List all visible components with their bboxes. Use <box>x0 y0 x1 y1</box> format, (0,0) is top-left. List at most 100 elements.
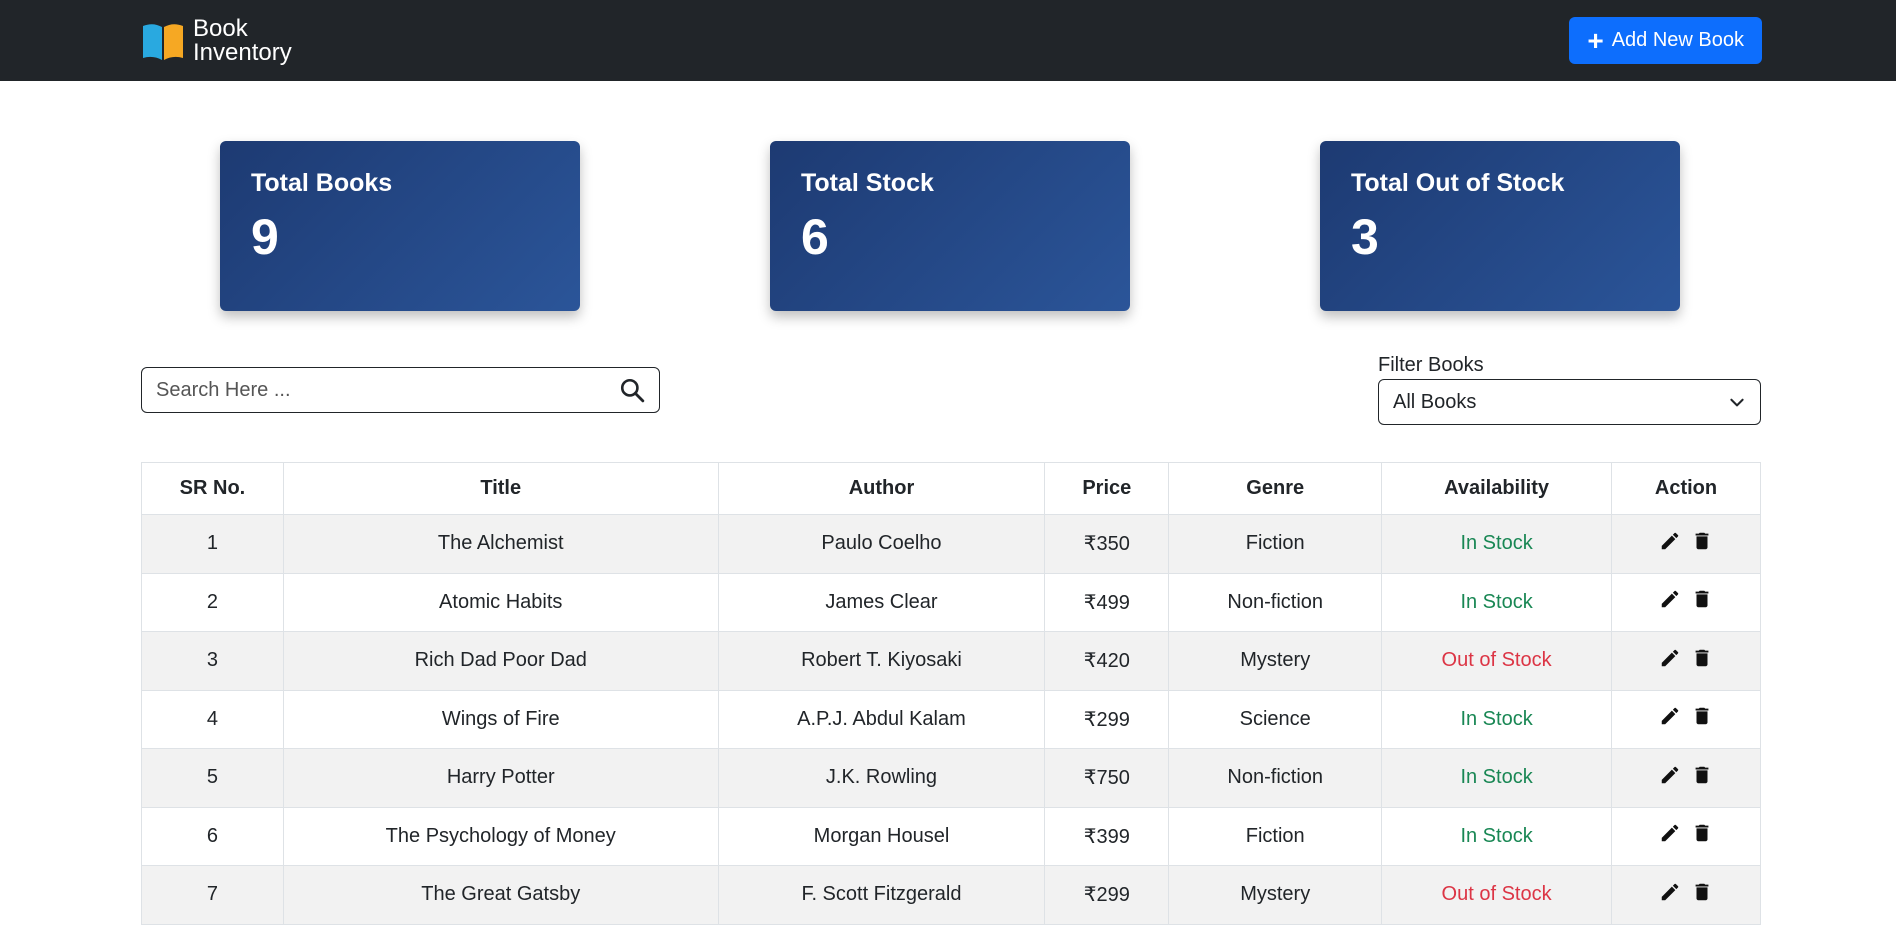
delete-trash-icon[interactable] <box>1691 705 1713 727</box>
cell-genre: Science <box>1168 689 1383 749</box>
cell-author: Morgan Housel <box>717 806 1046 866</box>
cell-action <box>1611 748 1761 808</box>
brand-line-2: Inventory <box>193 38 292 66</box>
cell-sr-no: 6 <box>141 806 284 866</box>
cell-availability: In Stock <box>1381 806 1613 866</box>
cell-title: Wings of Fire <box>282 689 719 749</box>
stat-label: Total Out of Stock <box>1351 169 1565 197</box>
cell-author: J.K. Rowling <box>717 748 1046 808</box>
brand-line-1: Book <box>193 14 248 42</box>
edit-pencil-icon[interactable] <box>1659 764 1681 786</box>
stat-card-total-out-of-stock: Total Out of Stock 3 <box>1320 141 1680 311</box>
search-input[interactable] <box>156 378 619 402</box>
open-book-icon <box>143 23 183 60</box>
filter-selected-value: All Books <box>1393 390 1477 413</box>
cell-genre: Fiction <box>1168 514 1383 574</box>
delete-trash-icon[interactable] <box>1691 881 1713 903</box>
cell-price: ₹420 <box>1044 631 1170 691</box>
cell-title: Atomic Habits <box>282 572 719 632</box>
availability-status: Out of Stock <box>1441 883 1552 906</box>
books-table: SR No. Title Author Price Genre Availabi… <box>141 462 1761 925</box>
cell-author: A.P.J. Abdul Kalam <box>717 689 1046 749</box>
edit-pencil-icon[interactable] <box>1659 588 1681 610</box>
table-row: 2 Atomic Habits James Clear ₹499 Non-fiction… <box>141 572 1761 632</box>
edit-pencil-icon[interactable] <box>1659 822 1681 844</box>
column-header-genre[interactable]: Genre <box>1168 462 1383 515</box>
edit-pencil-icon[interactable] <box>1659 881 1681 903</box>
column-header-sr-no[interactable]: SR No. <box>141 462 284 515</box>
navbar: Book Inventory + Add New Book <box>0 0 1896 81</box>
table-row: 5 Harry Potter J.K. Rowling ₹750 Non-fiction… <box>141 748 1761 808</box>
add-new-book-button[interactable]: + Add New Book <box>1569 17 1762 64</box>
table-body: 1 The Alchemist Paulo Coelho ₹350 Fiction In … <box>141 514 1761 925</box>
edit-pencil-icon[interactable] <box>1659 530 1681 552</box>
stat-card-total-stock: Total Stock 6 <box>770 141 1130 311</box>
add-new-book-label: Add New Book <box>1611 29 1744 51</box>
filter-label: Filter Books <box>1378 354 1484 376</box>
cell-price: ₹499 <box>1044 572 1170 632</box>
cell-author: Robert T. Kiyosaki <box>717 631 1046 691</box>
cell-action <box>1611 572 1761 632</box>
books-table-container: SR No. Title Author Price Genre Availabi… <box>141 462 1761 925</box>
cell-sr-no: 7 <box>141 865 284 925</box>
column-header-availability[interactable]: Availability <box>1381 462 1613 515</box>
table-row: 7 The Great Gatsby F. Scott Fitzgerald ₹299… <box>141 865 1761 925</box>
stat-label: Total Stock <box>801 169 934 197</box>
cell-genre: Mystery <box>1168 631 1383 691</box>
edit-pencil-icon[interactable] <box>1659 647 1681 669</box>
brand[interactable]: Book Inventory <box>141 14 292 66</box>
stat-card-total-books: Total Books 9 <box>220 141 580 311</box>
cell-action <box>1611 689 1761 749</box>
cell-genre: Non-fiction <box>1168 748 1383 808</box>
delete-trash-icon[interactable] <box>1691 764 1713 786</box>
stat-value: 9 <box>251 209 279 265</box>
search-box <box>141 367 660 413</box>
cell-availability: In Stock <box>1381 689 1613 749</box>
column-header-author[interactable]: Author <box>717 462 1046 515</box>
cell-sr-no: 2 <box>141 572 284 632</box>
cell-genre: Mystery <box>1168 865 1383 925</box>
cell-genre: Fiction <box>1168 806 1383 866</box>
delete-trash-icon[interactable] <box>1691 647 1713 669</box>
cell-title: Rich Dad Poor Dad <box>282 631 719 691</box>
stats-section: Total Books 9 Total Stock 6 Total Out of… <box>0 81 1896 311</box>
table-row: 3 Rich Dad Poor Dad Robert T. Kiyosaki ₹420… <box>141 631 1761 691</box>
delete-trash-icon[interactable] <box>1691 822 1713 844</box>
column-header-price[interactable]: Price <box>1044 462 1170 515</box>
search-icon[interactable] <box>619 377 645 403</box>
cell-author: James Clear <box>717 572 1046 632</box>
row-actions <box>1659 588 1713 610</box>
edit-pencil-icon[interactable] <box>1659 705 1681 727</box>
table-row: 4 Wings of Fire A.P.J. Abdul Kalam ₹299 Scie… <box>141 689 1761 749</box>
delete-trash-icon[interactable] <box>1691 530 1713 552</box>
cell-sr-no: 4 <box>141 689 284 749</box>
row-actions <box>1659 647 1713 669</box>
cell-title: The Psychology of Money <box>282 806 719 866</box>
plus-icon: + <box>1587 24 1604 56</box>
table-row: 1 The Alchemist Paulo Coelho ₹350 Fiction In … <box>141 514 1761 574</box>
cell-price: ₹399 <box>1044 806 1170 866</box>
cell-action <box>1611 806 1761 866</box>
cell-author: F. Scott Fitzgerald <box>717 865 1046 925</box>
column-header-title[interactable]: Title <box>282 462 719 515</box>
cell-price: ₹350 <box>1044 514 1170 574</box>
availability-status: In Stock <box>1460 532 1533 555</box>
row-actions <box>1659 881 1713 903</box>
table-header-row: SR No. Title Author Price Genre Availabi… <box>141 462 1761 515</box>
delete-trash-icon[interactable] <box>1691 588 1713 610</box>
brand-name: Book Inventory <box>193 14 292 66</box>
cell-author: Paulo Coelho <box>717 514 1046 574</box>
table-row: 6 The Psychology of Money Morgan Housel ₹39… <box>141 806 1761 866</box>
filter-select[interactable]: All Books <box>1378 379 1761 425</box>
row-actions <box>1659 822 1713 844</box>
cell-genre: Non-fiction <box>1168 572 1383 632</box>
row-actions <box>1659 705 1713 727</box>
cell-price: ₹750 <box>1044 748 1170 808</box>
cell-action <box>1611 865 1761 925</box>
cell-title: The Great Gatsby <box>282 865 719 925</box>
cell-action <box>1611 514 1761 574</box>
availability-status: In Stock <box>1460 707 1533 730</box>
row-actions <box>1659 764 1713 786</box>
controls-section: Filter Books All Books <box>0 311 1896 444</box>
cell-sr-no: 5 <box>141 748 284 808</box>
